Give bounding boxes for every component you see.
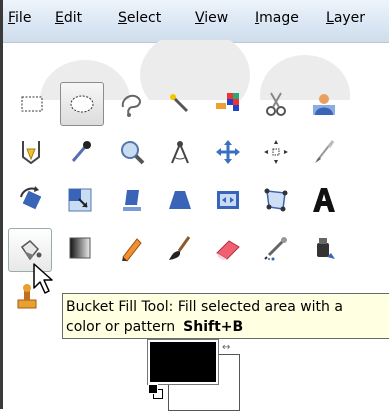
tooltip-line2: color or pattern Shift+B <box>66 319 244 335</box>
menu-select[interactable]: Select <box>118 10 161 26</box>
menubar: File Edit Select View Image Layer <box>3 0 389 43</box>
perspective-icon[interactable] <box>160 180 200 220</box>
eraser-icon[interactable] <box>208 228 248 268</box>
swap-colors-icon[interactable]: ↔ <box>222 342 230 353</box>
alignment-icon[interactable] <box>256 132 296 172</box>
ellipse-select-icon[interactable] <box>60 82 104 126</box>
measure-icon[interactable] <box>160 132 200 172</box>
paths-icon[interactable] <box>12 132 52 172</box>
free-select-icon[interactable] <box>112 84 152 124</box>
move-icon[interactable] <box>208 132 248 172</box>
tooltip-description: Bucket Fill Tool: Fill selected area wit… <box>66 299 343 315</box>
scissors-select-icon[interactable] <box>256 84 296 124</box>
fuzzy-select-icon[interactable] <box>160 84 200 124</box>
paintbrush-icon[interactable] <box>160 228 200 268</box>
menu-edit[interactable]: Edit <box>55 10 82 26</box>
menu-image[interactable]: Image <box>255 10 299 26</box>
crop-icon[interactable] <box>304 132 344 172</box>
scale-icon[interactable] <box>60 180 100 220</box>
text-icon[interactable] <box>304 180 344 220</box>
ink-icon[interactable] <box>304 228 344 268</box>
menu-view[interactable]: View <box>195 10 228 26</box>
window-border <box>0 0 3 409</box>
cage-transform-icon[interactable] <box>256 180 296 220</box>
mouse-pointer-icon <box>33 263 53 294</box>
default-colors-icon[interactable] <box>148 384 158 394</box>
select-by-color-icon[interactable] <box>208 84 248 124</box>
foreground-select-icon[interactable] <box>304 84 344 124</box>
tooltip-shortcut: Shift+B <box>183 319 244 335</box>
zoom-icon[interactable] <box>112 132 152 172</box>
color-picker-icon[interactable] <box>60 132 100 172</box>
shear-icon[interactable] <box>112 180 152 220</box>
tool-tooltip: Bucket Fill Tool: Fill selected area wit… <box>62 293 389 339</box>
airbrush-icon[interactable] <box>256 228 296 268</box>
foreground-color-swatch[interactable] <box>147 339 219 385</box>
rotate-icon[interactable] <box>12 180 52 220</box>
pencil-icon[interactable] <box>112 228 152 268</box>
blend-icon[interactable] <box>60 228 100 268</box>
menu-layer[interactable]: Layer <box>326 10 365 26</box>
menu-file[interactable]: File <box>8 10 31 26</box>
color-area: ↔ <box>147 339 240 411</box>
flip-icon[interactable] <box>208 180 248 220</box>
toolbox-window: File Edit Select View Image Layer Bucket… <box>0 0 389 411</box>
rectangle-select-icon[interactable] <box>12 84 52 124</box>
